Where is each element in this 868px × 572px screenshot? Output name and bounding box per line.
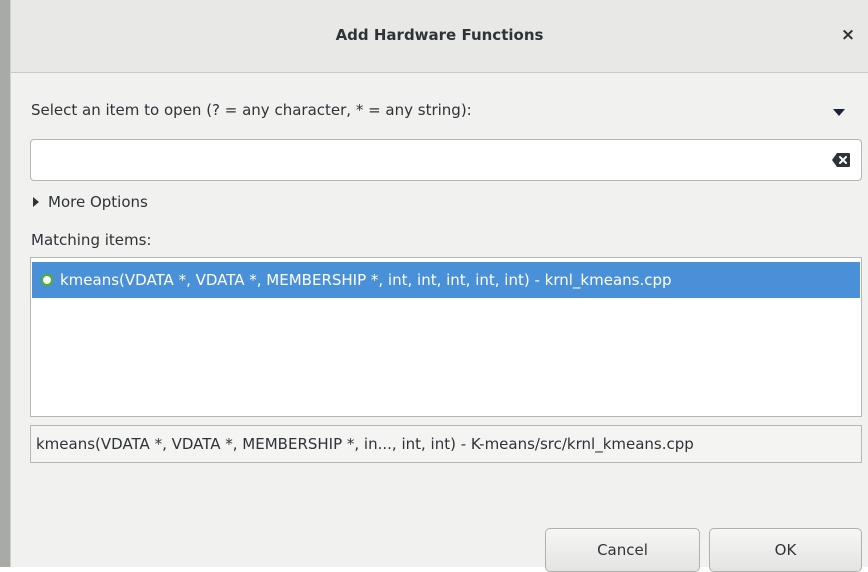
history-dropdown-icon[interactable] [833, 109, 845, 116]
function-icon [41, 274, 53, 286]
ok-button[interactable]: OK [709, 528, 862, 572]
cancel-button[interactable]: Cancel [545, 528, 700, 572]
matching-items-label: Matching items: [31, 231, 152, 249]
clear-icon[interactable] [831, 152, 851, 168]
title-bar: Add Hardware Functions × [11, 0, 868, 73]
matching-items-list[interactable]: kmeans(VDATA *, VDATA *, MEMBERSHIP *, i… [30, 257, 862, 417]
selected-item-details: kmeans(VDATA *, VDATA *, MEMBERSHIP *, i… [30, 425, 862, 463]
list-item-label: kmeans(VDATA *, VDATA *, MEMBERSHIP *, i… [60, 271, 672, 289]
search-input[interactable] [39, 148, 803, 174]
more-options-expander[interactable]: More Options [33, 193, 148, 211]
dialog-title: Add Hardware Functions [335, 26, 544, 44]
search-field[interactable] [30, 139, 862, 181]
expander-arrow-icon [33, 197, 39, 207]
list-item[interactable]: kmeans(VDATA *, VDATA *, MEMBERSHIP *, i… [32, 262, 860, 298]
close-icon[interactable]: × [838, 24, 858, 46]
search-prompt-label: Select an item to open (? = any characte… [31, 101, 472, 119]
more-options-label: More Options [48, 193, 148, 211]
